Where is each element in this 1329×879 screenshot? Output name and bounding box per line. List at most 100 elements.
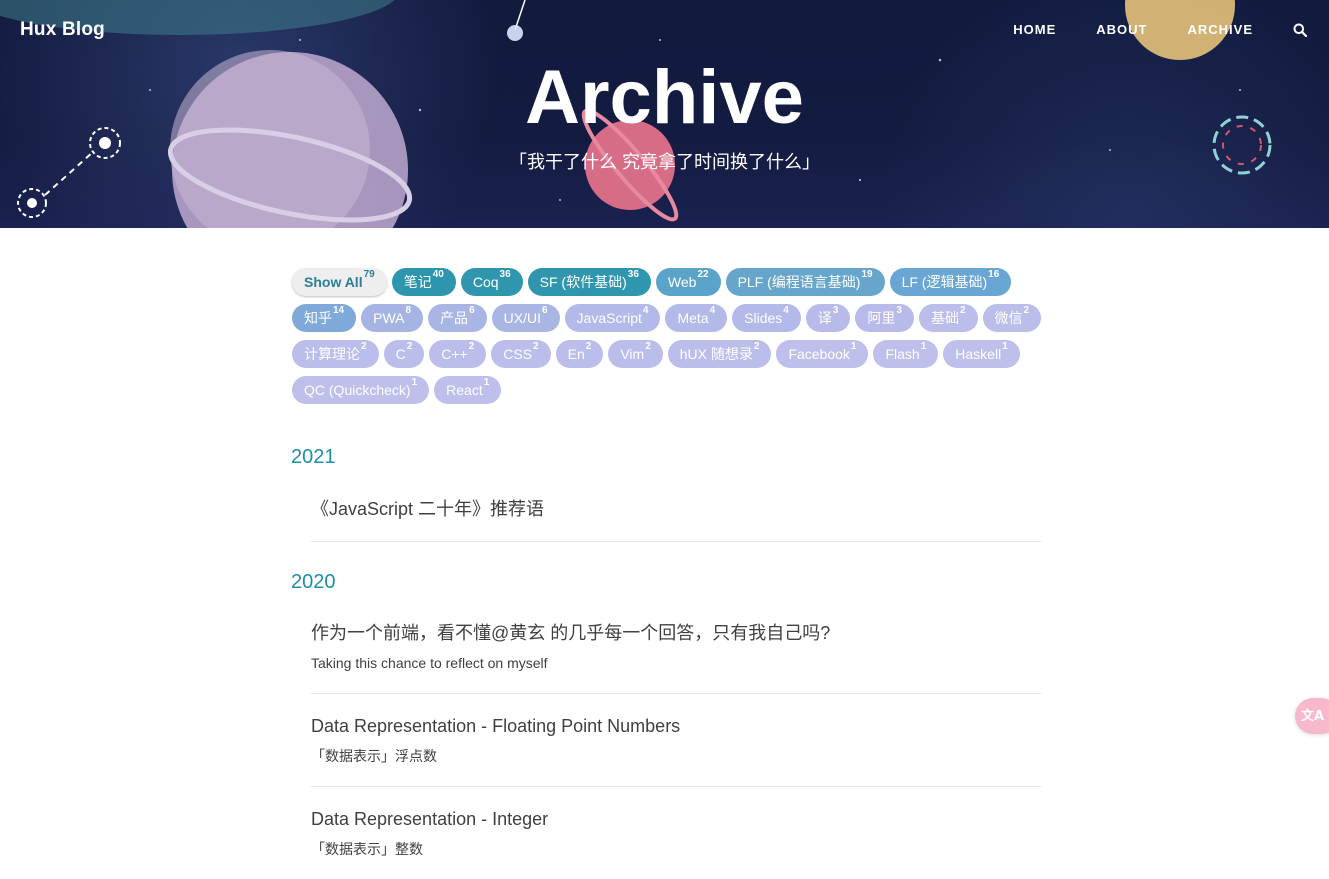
post-title[interactable]: Data Representation - Floating Point Num… <box>311 714 1041 738</box>
tag-button[interactable]: 阿里3 <box>855 304 914 332</box>
post-item[interactable]: 作为一个前端，看不懂@黄玄 的几乎每一个回答，只有我自己吗? Taking th… <box>311 621 1041 694</box>
tag-label: PLF (编程语言基础) <box>737 274 861 290</box>
year-heading: 2020 <box>291 571 336 593</box>
post-subtitle: 「数据表示」浮点数 <box>311 748 437 764</box>
tag-button[interactable]: 笔记40 <box>391 268 456 296</box>
tag-count: 40 <box>432 269 444 280</box>
tag-button[interactable]: Coq36 <box>460 268 523 296</box>
tag-button[interactable]: Flash1 <box>873 340 939 368</box>
tag-count: 8 <box>405 305 412 316</box>
tag-count: 2 <box>753 341 760 352</box>
tag-button[interactable]: C2 <box>383 340 425 368</box>
page-subtitle: 「我干了什么 究竟拿了时间换了什么」 <box>509 152 820 172</box>
tag-count: 2 <box>645 341 651 352</box>
post-item[interactable]: Data Representation - Integer 「数据表示」整数 <box>311 807 1041 879</box>
tag-count: 2 <box>361 341 367 352</box>
tag-button[interactable]: 计算理论2 <box>292 340 379 368</box>
year-heading: 2021 <box>291 446 336 468</box>
post-item[interactable]: Data Representation - Floating Point Num… <box>311 714 1041 787</box>
nav-home[interactable]: HOME <box>1013 22 1056 37</box>
tag-count: 79 <box>363 269 375 280</box>
post-title[interactable]: Data Representation - Integer <box>311 807 1041 831</box>
tag-count: 4 <box>709 305 716 316</box>
tag-button[interactable]: Vim2 <box>608 340 663 368</box>
tag-button[interactable]: JavaScript4 <box>564 304 661 332</box>
tag-button[interactable]: 微信2 <box>982 304 1042 332</box>
post-title[interactable]: 作为一个前端，看不懂@黄玄 的几乎每一个回答，只有我自己吗? <box>311 621 1041 645</box>
tag-count: 2 <box>533 341 539 352</box>
tag-button[interactable]: React1 <box>434 376 502 404</box>
tag-count: 4 <box>783 305 789 316</box>
tag-label: C++ <box>441 346 468 362</box>
tag-button[interactable]: UX/UI6 <box>491 304 560 332</box>
tag-label: Show All <box>304 274 363 290</box>
header-banner: Hux Blog HOME ABOUT ARCHIVE Archive 「我干了… <box>0 0 1329 228</box>
tag-button[interactable]: 译3 <box>805 304 851 332</box>
tag-show-all[interactable]: Show All79 <box>292 268 387 296</box>
tag-label: hUX 随想录 <box>679 346 753 362</box>
tag-cloud: Show All79 笔记40 Coq36 SF (软件基础)36 Web22 PLF (… <box>292 268 1052 412</box>
tag-count: 1 <box>920 341 927 352</box>
tag-button[interactable]: Web22 <box>655 268 721 296</box>
search-icon[interactable] <box>1293 23 1308 37</box>
tag-button[interactable]: Meta4 <box>665 304 728 332</box>
tag-count: 22 <box>697 269 709 280</box>
tag-count: 6 <box>541 305 548 316</box>
tag-label: 基础 <box>930 310 959 326</box>
tag-label: UX/UI <box>503 310 541 326</box>
tag-button[interactable]: SF (软件基础)36 <box>527 268 651 296</box>
tag-button[interactable]: hUX 随想录2 <box>667 340 772 368</box>
tag-button[interactable]: LF (逻辑基础)16 <box>889 268 1012 296</box>
tag-label: 微信 <box>994 310 1023 326</box>
tag-button[interactable]: PWA8 <box>361 304 424 332</box>
tag-button[interactable]: 基础2 <box>918 304 978 332</box>
tag-label: 产品 <box>440 310 469 326</box>
svg-text:文A: 文A <box>1301 708 1324 724</box>
translate-button[interactable]: 文A <box>1295 698 1329 734</box>
tag-label: Coq <box>472 274 499 290</box>
tag-label: QC (Quickcheck) <box>304 382 411 398</box>
blog-brand-link[interactable]: Hux Blog <box>20 19 105 41</box>
tag-label: Meta <box>677 310 709 326</box>
tag-count: 1 <box>483 377 490 388</box>
tag-count: 1 <box>1002 341 1008 352</box>
tag-count: 16 <box>988 269 1000 280</box>
tag-label: LF (逻辑基础) <box>901 274 988 290</box>
nav-about[interactable]: ABOUT <box>1096 22 1147 37</box>
tag-label: C <box>395 346 406 362</box>
tag-label: En <box>567 346 585 362</box>
tag-count: 6 <box>469 305 475 316</box>
tag-button[interactable]: CSS2 <box>491 340 551 368</box>
post-title[interactable]: 《JavaScript 二十年》推荐语 <box>311 497 1041 521</box>
tag-count: 3 <box>896 305 902 316</box>
tag-count: 4 <box>642 305 649 316</box>
tag-label: 计算理论 <box>304 346 360 362</box>
tag-label: PWA <box>373 310 405 326</box>
tag-button[interactable]: C++2 <box>429 340 487 368</box>
tag-button[interactable]: En2 <box>555 340 604 368</box>
tag-count: 2 <box>406 341 413 352</box>
tag-button[interactable]: 知乎14 <box>292 304 357 332</box>
tag-label: 阿里 <box>867 310 896 326</box>
tag-count: 1 <box>411 377 418 388</box>
tag-button[interactable]: Haskell1 <box>943 340 1020 368</box>
tag-count: 2 <box>1023 305 1030 316</box>
post-subtitle: Taking this chance to reflect on myself <box>311 655 548 671</box>
tag-button[interactable]: PLF (编程语言基础)19 <box>725 268 885 296</box>
tag-label: SF (软件基础) <box>539 274 627 290</box>
tag-button[interactable]: QC (Quickcheck)1 <box>292 376 430 404</box>
tag-label: Slides <box>744 310 783 326</box>
nav-archive[interactable]: ARCHIVE <box>1187 22 1253 37</box>
post-subtitle: 「数据表示」整数 <box>311 841 423 857</box>
post-item[interactable]: 《JavaScript 二十年》推荐语 <box>311 497 1041 542</box>
tag-count: 2 <box>468 341 475 352</box>
tag-label: Flash <box>885 346 920 362</box>
tag-count: 3 <box>832 305 839 316</box>
tag-label: JavaScript <box>576 310 642 326</box>
tag-count: 2 <box>585 341 592 352</box>
tag-button[interactable]: Facebook1 <box>776 340 869 368</box>
page-title: Archive <box>525 55 804 140</box>
tag-label: Haskell <box>955 346 1002 362</box>
tag-button[interactable]: Slides4 <box>732 304 801 332</box>
tag-button[interactable]: 产品6 <box>428 304 487 332</box>
